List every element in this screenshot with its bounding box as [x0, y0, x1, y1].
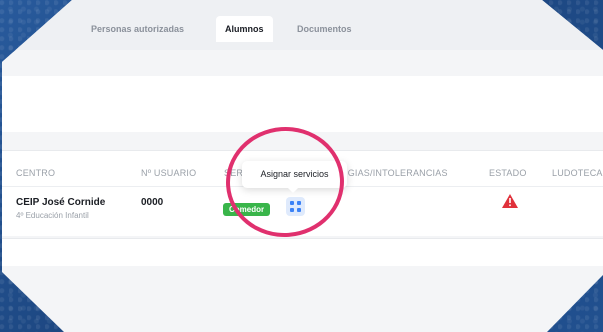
tab-documentos[interactable]: Documentos [288, 16, 361, 42]
header-alergias[interactable]: RGIAS/INTOLERANCIAS [341, 168, 448, 178]
header-estado[interactable]: ESTADO [489, 168, 527, 178]
header-ludoteca[interactable]: LUDOTECA [552, 168, 603, 178]
app-window: Personas autorizadas Alumnos Documentos … [2, 0, 603, 332]
usuario-number: 0000 [141, 197, 164, 208]
tab-personas-autorizadas[interactable]: Personas autorizadas [82, 16, 193, 42]
filter-panel [2, 76, 603, 132]
centro-name: CEIP José Cornide [16, 197, 106, 208]
curso-label: 4º Educación Infantil [16, 211, 89, 220]
warning-triangle-icon [502, 194, 518, 213]
toolbar-band [2, 52, 603, 74]
table-footer [2, 238, 603, 266]
tab-alumnos[interactable]: Alumnos [216, 16, 273, 42]
header-centro[interactable]: CENTRO [16, 168, 55, 178]
header-usuario[interactable]: Nº USUARIO [141, 168, 196, 178]
tab-bar: Personas autorizadas Alumnos Documentos [2, 0, 603, 50]
